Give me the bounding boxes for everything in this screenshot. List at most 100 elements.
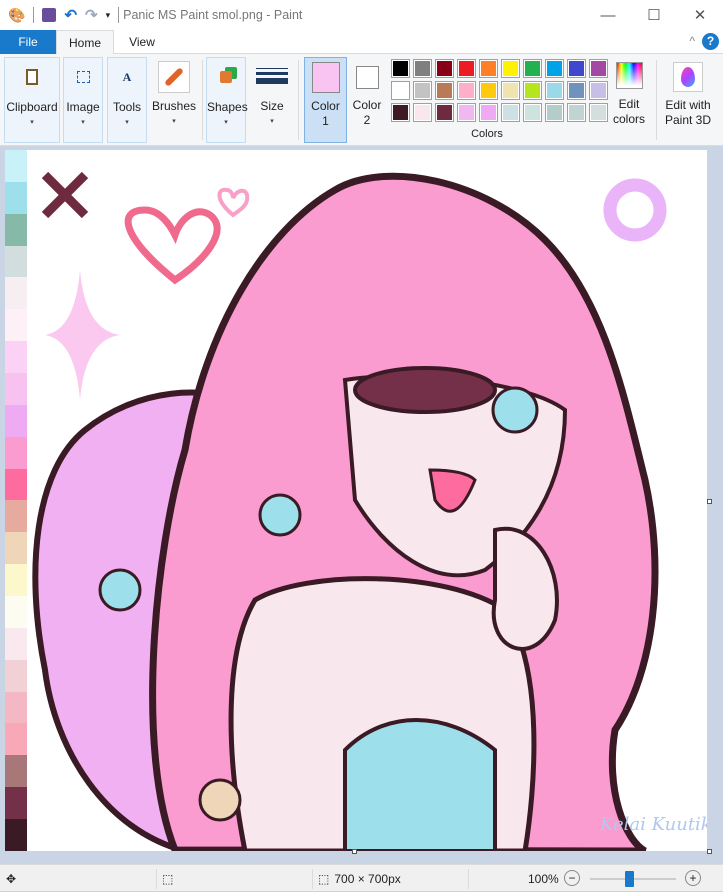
palette-swatch[interactable]: [545, 59, 564, 78]
tools-icon: A: [122, 69, 132, 84]
clipboard-icon: [17, 62, 47, 92]
undo-icon[interactable]: ↶: [64, 6, 77, 24]
dropdown-caret: ▾: [224, 119, 228, 126]
palette-swatch[interactable]: [413, 103, 432, 122]
colors-group-label: Colors: [471, 128, 503, 140]
resize-handle-bottom[interactable]: [352, 849, 357, 854]
palette-swatch[interactable]: [589, 103, 608, 122]
palette-swatch[interactable]: [391, 103, 410, 122]
palette-swatch[interactable]: [501, 81, 520, 100]
hair-eye: [198, 778, 242, 822]
tab-view[interactable]: View: [114, 30, 170, 54]
palette-swatch[interactable]: [479, 81, 498, 100]
save-icon[interactable]: [42, 8, 57, 22]
customize-quick-access-icon[interactable]: ▾: [106, 10, 111, 21]
palette-swatch[interactable]: [479, 103, 498, 122]
resize-handle-right[interactable]: [707, 499, 712, 504]
edit-colors-label-2: colors: [612, 112, 645, 126]
clipboard-label: Clipboard: [6, 100, 58, 114]
palette-swatch[interactable]: [413, 81, 432, 100]
palette-swatch[interactable]: [567, 103, 586, 122]
palette-swatch[interactable]: [435, 103, 454, 122]
dropdown-caret: ▾: [172, 118, 176, 125]
tools-label: Tools: [112, 100, 141, 114]
collapse-ribbon-icon[interactable]: ^: [689, 34, 695, 48]
zoom-out-button[interactable]: −: [564, 870, 580, 886]
color1-button[interactable]: Color 1: [304, 57, 347, 143]
tab-home[interactable]: Home: [56, 30, 114, 55]
glasses: [353, 366, 497, 414]
color1-label: Color: [311, 99, 340, 113]
palette-swatch[interactable]: [435, 59, 454, 78]
color-spectrum-icon: [615, 62, 643, 89]
clipboard-button[interactable]: Clipboard ▾: [4, 57, 60, 143]
divider: [118, 7, 120, 23]
edit-with-paint3d-button[interactable]: Edit with Paint 3D: [660, 57, 716, 143]
drawing-canvas[interactable]: Kelai Kuutiko: [5, 150, 707, 851]
brush-icon: [158, 61, 190, 93]
zoom-level: 100%: [528, 871, 559, 886]
redo-icon[interactable]: ↷: [85, 6, 98, 24]
shapes-button[interactable]: Shapes ▾: [206, 57, 248, 143]
resize-handle-corner[interactable]: [707, 849, 712, 854]
help-icon[interactable]: ?: [702, 33, 719, 50]
palette-swatch[interactable]: [523, 103, 542, 122]
palette-swatch[interactable]: [523, 81, 542, 100]
heart-doodle: [124, 206, 221, 285]
color2-button[interactable]: Color 2: [350, 57, 384, 143]
zoom-slider[interactable]: [590, 871, 676, 887]
size-button[interactable]: Size ▾: [252, 57, 292, 143]
palette-swatch[interactable]: [457, 81, 476, 100]
ring-doodle: [603, 178, 667, 242]
divider: [33, 7, 35, 23]
image-label: Image: [66, 100, 100, 114]
paint3d-icon: [673, 62, 703, 92]
paint3d-label: Edit with: [665, 98, 711, 112]
shapes-icon: [211, 62, 241, 92]
palette-swatch[interactable]: [545, 103, 564, 122]
tools-button[interactable]: A Tools ▾: [107, 57, 147, 143]
hair-eye: [258, 493, 302, 537]
image-button[interactable]: Image ▾: [63, 57, 103, 143]
window-title: Panic MS Paint smol.png - Paint: [123, 8, 303, 22]
palette-swatch[interactable]: [589, 59, 608, 78]
zoom-slider-thumb[interactable]: [624, 871, 634, 887]
palette-swatch[interactable]: [567, 59, 586, 78]
palette-swatch[interactable]: [567, 81, 586, 100]
divider: [156, 869, 157, 889]
color2-label: Color: [352, 98, 382, 112]
size-label: Size: [260, 99, 284, 113]
divider: [468, 869, 469, 889]
dropdown-caret: ▾: [30, 119, 34, 126]
ribbon: Clipboard ▾ Image ▾ A Tools ▾ Brushes ▾ …: [0, 54, 723, 146]
palette-swatch[interactable]: [523, 59, 542, 78]
color1-swatch: [311, 62, 340, 93]
divider: [202, 60, 203, 140]
palette-swatch[interactable]: [545, 81, 564, 100]
palette-swatch[interactable]: [457, 59, 476, 78]
palette-swatch[interactable]: [501, 59, 520, 78]
dropdown-caret: ▾: [270, 118, 274, 125]
palette-swatch[interactable]: [435, 81, 454, 100]
edit-colors-button[interactable]: Edit colors: [609, 57, 649, 143]
palette-swatch[interactable]: [457, 103, 476, 122]
brushes-button[interactable]: Brushes ▾: [151, 57, 197, 143]
minimize-button[interactable]: —: [585, 0, 631, 30]
zoom-in-button[interactable]: +: [685, 870, 701, 886]
tab-file[interactable]: File: [0, 30, 56, 54]
sparkle-doodle: [45, 270, 120, 400]
maximize-button[interactable]: ☐: [631, 0, 677, 30]
palette-swatch[interactable]: [391, 59, 410, 78]
cursor-position-icon: ✥: [6, 871, 17, 886]
close-button[interactable]: ✕: [677, 0, 723, 30]
shapes-label: Shapes: [207, 100, 248, 114]
palette-swatch[interactable]: [589, 81, 608, 100]
palette-swatch[interactable]: [413, 59, 432, 78]
color2-swatch: [355, 66, 379, 89]
select-icon: [68, 62, 98, 92]
top-garment: [343, 718, 497, 851]
selection-size-icon: ⬚: [162, 871, 174, 886]
palette-swatch[interactable]: [479, 59, 498, 78]
palette-swatch[interactable]: [391, 81, 410, 100]
palette-swatch[interactable]: [501, 103, 520, 122]
